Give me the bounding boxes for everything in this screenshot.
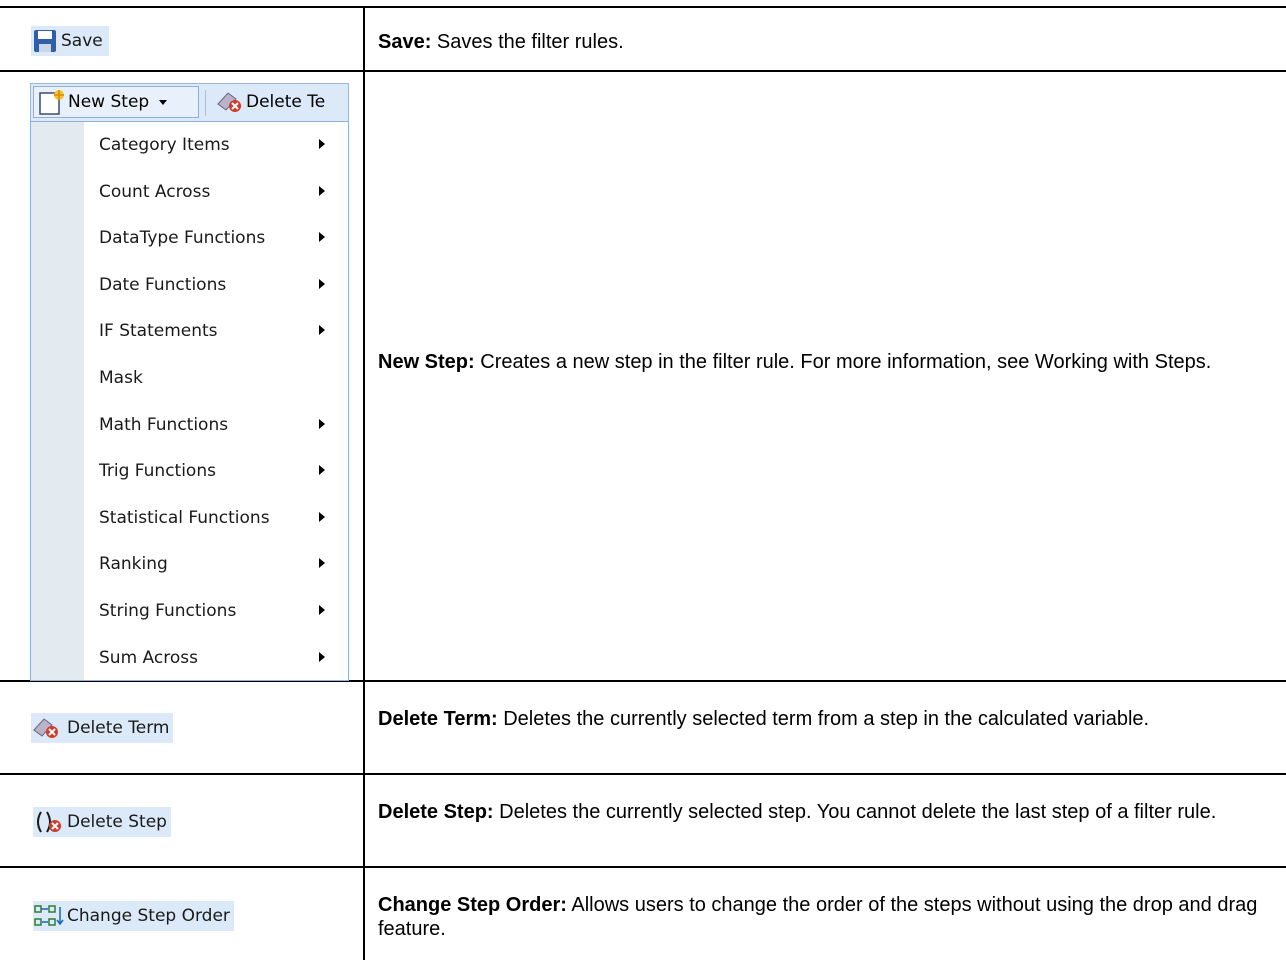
new-step-description: New Step: Creates a new step in the filt… [378,350,1273,374]
new-document-icon [39,90,64,115]
row-divider [0,6,1286,8]
menu-item[interactable]: String Functions [99,588,339,634]
delete-term-term: Delete Term: [378,708,498,730]
menu-item[interactable]: Math Functions [99,402,339,448]
delete-step-desc-text: Deletes the currently selected step. You… [493,801,1217,823]
submenu-arrow-icon [319,605,325,615]
reorder-arrows-icon [34,905,64,926]
toolbar-separator [205,90,206,116]
change-step-order-button[interactable]: Change Step Order [33,901,234,931]
delete-step-term: Delete Step: [378,801,494,823]
delete-term-button[interactable]: Delete Term [31,713,174,743]
submenu-arrow-icon [319,278,325,289]
menu-item-label: Trig Functions [99,461,216,482]
save-button[interactable]: Save [31,26,109,56]
delete-step-description: Delete Step: Deletes the currently selec… [378,800,1273,824]
chevron-down-icon[interactable] [159,99,168,105]
menu-item[interactable]: Mask [99,355,339,401]
submenu-arrow-icon [319,418,325,429]
new-step-label: New Step [68,92,150,112]
menu-toolbar: New Step Delete Te [30,83,349,121]
menu-item[interactable]: DataType Functions [99,215,339,261]
submenu-arrow-icon [319,325,325,336]
eraser-delete-icon [33,718,58,738]
change-step-order-description: Change Step Order: Allows users to chang… [378,893,1273,941]
new-step-menu-screenshot: New Step Delete Te Category Items Count A… [30,83,349,681]
new-step-dropdown: Category Items Count Across DataType Funct… [30,121,349,681]
submenu-arrow-icon [319,185,325,196]
menu-icon-gutter [31,122,84,680]
menu-item-label: Count Across [99,181,211,202]
submenu-arrow-icon [319,139,325,149]
eraser-delete-icon [217,92,241,112]
new-step-button[interactable]: New Step [33,86,199,118]
menu-item-label: Math Functions [99,414,229,435]
delete-term-truncated-label: Delete Te [246,92,326,112]
delete-step-button[interactable]: Delete Step [33,807,171,837]
delete-step-label: Delete Step [67,812,167,832]
menu-item-label: String Functions [99,601,237,621]
menu-item-label: Statistical Functions [99,507,270,528]
submenu-arrow-icon [319,651,325,662]
menu-item[interactable]: Sum Across [99,635,339,681]
menu-item[interactable]: Date Functions [99,262,339,308]
column-divider [363,7,365,960]
row-divider [0,773,1286,775]
save-term: Save: [378,31,432,53]
submenu-arrow-icon [319,465,325,476]
save-button-label: Save [61,31,103,51]
menu-item[interactable]: Statistical Functions [99,495,339,541]
menu-item[interactable]: IF Statements [99,308,339,354]
menu-item[interactable]: Count Across [99,169,339,215]
delete-term-desc-text: Deletes the currently selected term from… [497,708,1150,730]
submenu-arrow-icon [319,232,325,243]
submenu-arrow-icon [319,511,325,522]
menu-item-label: Mask [99,368,143,388]
floppy-disk-icon [34,30,56,52]
change-step-order-term: Change Step Order: [378,894,567,916]
delete-term-toolbar-button[interactable]: Delete Te [214,86,350,118]
parenthesis-delete-icon [37,811,61,833]
new-step-desc-text: Creates a new step in the filter rule. F… [474,351,1212,373]
new-step-term: New Step: [378,351,475,373]
change-step-order-label: Change Step Order [67,906,230,926]
menu-item-label: Sum Across [99,647,198,668]
menu-item-label: IF Statements [99,321,218,342]
menu-item-label: DataType Functions [99,228,266,249]
menu-item-label: Ranking [99,554,168,575]
delete-term-label: Delete Term [67,718,170,738]
menu-item[interactable]: Ranking [99,541,339,587]
save-desc-text: Saves the filter rules. [431,31,624,53]
submenu-arrow-icon [319,558,325,569]
delete-term-description: Delete Term: Deletes the currently selec… [378,707,1273,731]
menu-item[interactable]: Category Items [99,122,339,168]
row-divider [0,70,1286,72]
row-divider [0,866,1286,868]
save-description: Save: Saves the filter rules. [378,30,1273,54]
menu-item-label: Date Functions [99,274,227,295]
menu-item[interactable]: Trig Functions [99,448,339,494]
menu-item-label: Category Items [99,135,230,155]
